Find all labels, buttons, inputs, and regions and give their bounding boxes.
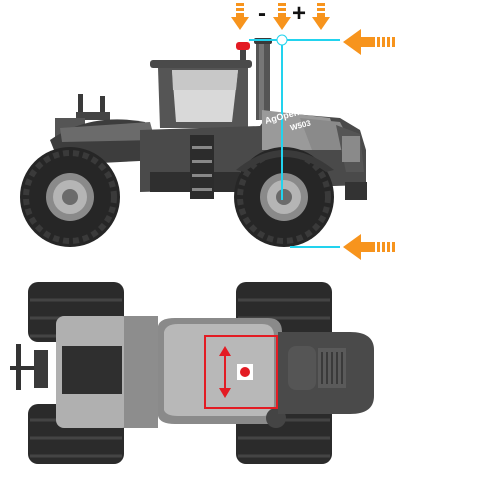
decrease-arrow-icon[interactable] (231, 3, 249, 30)
arrow-left-top-icon (343, 29, 395, 55)
diagram-canvas (10, 3, 395, 464)
increase-arrow-icon[interactable] (312, 3, 330, 30)
antenna-height-arrow-icon[interactable] (273, 3, 291, 30)
tractor-side-view (20, 38, 367, 247)
decrease-label[interactable]: - (258, 2, 266, 26)
beacon-light (236, 42, 250, 50)
arrow-left-bottom-icon (343, 234, 395, 260)
increase-label[interactable]: + (292, 2, 306, 26)
antenna-setup-diagram: - + AgOpenGPS W503 (0, 0, 500, 500)
tractor-top-view (10, 282, 374, 464)
